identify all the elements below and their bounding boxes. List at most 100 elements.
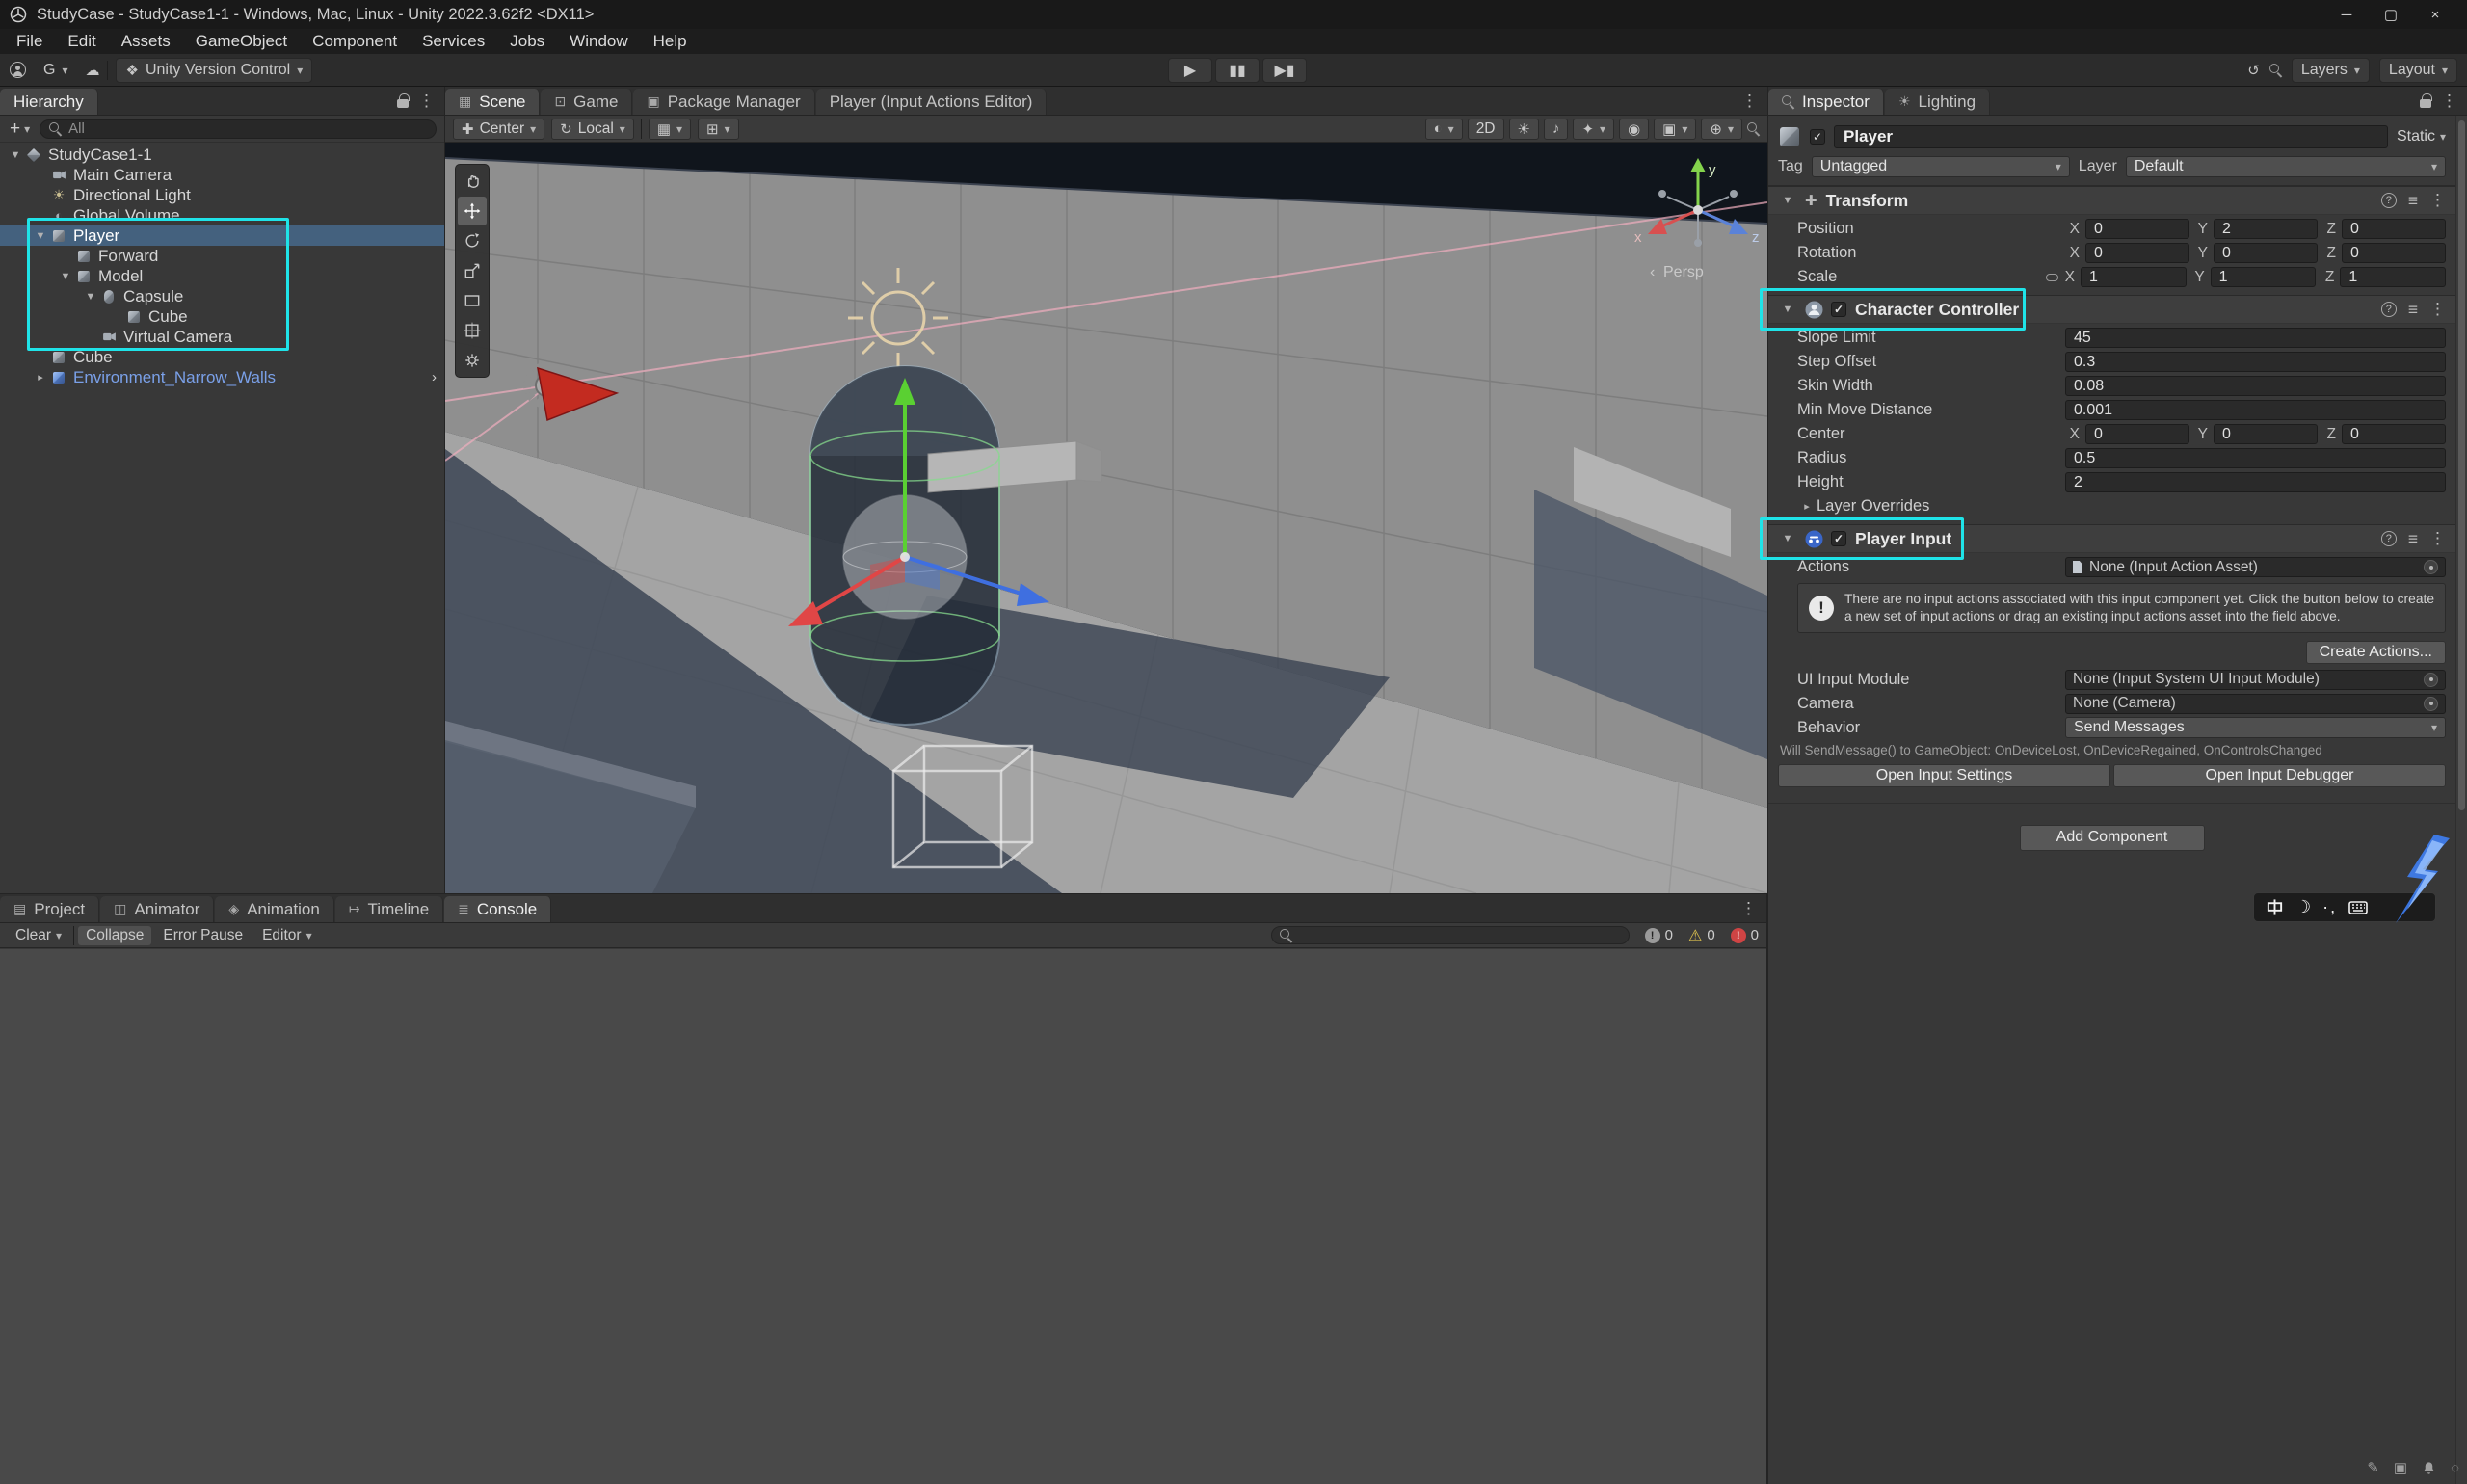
min-move-distance-field[interactable]: 0.001 — [2065, 400, 2446, 420]
ui-input-module-field[interactable]: None (Input System UI Input Module) — [2065, 670, 2446, 690]
kebab-icon[interactable]: ⋮ — [2429, 191, 2446, 210]
center-z-field[interactable]: 0 — [2342, 424, 2446, 444]
tab-animator[interactable]: ◫ Animator — [100, 896, 214, 922]
help-icon[interactable]: ? — [2381, 531, 2397, 546]
height-field[interactable]: 2 — [2065, 472, 2446, 492]
radius-field[interactable]: 0.5 — [2065, 448, 2446, 468]
package-icon[interactable]: ▣ — [2394, 1459, 2407, 1476]
layers-dropdown[interactable]: Layers ▾ — [2292, 58, 2370, 83]
step-button[interactable]: ▶▮ — [1262, 58, 1307, 83]
scale-tool[interactable] — [458, 256, 487, 285]
hierarchy-item-directional-light[interactable]: ☀ Directional Light — [0, 185, 444, 205]
menu-gameobject[interactable]: GameObject — [183, 29, 300, 54]
foldout-icon[interactable]: ▸ — [31, 371, 50, 384]
slope-limit-field[interactable]: 45 — [2065, 328, 2446, 348]
undo-history-icon[interactable]: ↺ — [2247, 62, 2260, 79]
search-icon[interactable] — [2269, 64, 2282, 76]
rotation-y-field[interactable]: 0 — [2214, 243, 2318, 263]
step-offset-field[interactable]: 0.3 — [2065, 352, 2446, 372]
open-input-settings-button[interactable]: Open Input Settings — [1778, 764, 2110, 787]
scale-x-field[interactable]: 1 — [2081, 267, 2187, 287]
center-x-field[interactable]: 0 — [2085, 424, 2189, 444]
behavior-dropdown[interactable]: Send Messages ▾ — [2065, 717, 2446, 738]
foldout-icon[interactable]: ▼ — [6, 149, 25, 161]
tab-project[interactable]: ▤ Project — [0, 896, 99, 922]
position-z-field[interactable]: 0 — [2342, 219, 2446, 239]
tab-timeline[interactable]: ↦ Timeline — [335, 896, 443, 922]
center-y-field[interactable]: 0 — [2214, 424, 2318, 444]
tab-inspector[interactable]: Inspector — [1768, 89, 1884, 115]
scale-y-field[interactable]: 1 — [2211, 267, 2317, 287]
presets-icon[interactable]: ≡ — [2408, 191, 2418, 211]
handle-orientation-dropdown[interactable]: ↻ Local ▾ — [551, 119, 634, 140]
menu-component[interactable]: Component — [300, 29, 410, 54]
object-picker-icon[interactable] — [2424, 560, 2438, 574]
actions-object-field[interactable]: None (Input Action Asset) — [2065, 557, 2446, 577]
pivot-mode-dropdown[interactable]: ✚ Center ▾ — [453, 119, 544, 140]
cloud-icon[interactable]: ☁ — [85, 62, 99, 79]
close-button[interactable]: × — [2413, 0, 2457, 29]
gizmos-dropdown[interactable]: ⊕▾ — [1701, 119, 1742, 140]
foldout-icon[interactable]: ▸ — [1797, 500, 1817, 513]
tab-animation[interactable]: ◈ Animation — [215, 896, 333, 922]
panel-menu-icon[interactable]: ⋮ — [418, 92, 435, 111]
warning-count[interactable]: ⚠ 0 — [1688, 926, 1715, 945]
hierarchy-item-environment[interactable]: ▸ Environment_Narrow_Walls › — [0, 367, 444, 387]
skin-width-field[interactable]: 0.08 — [2065, 376, 2446, 396]
position-x-field[interactable]: 0 — [2085, 219, 2189, 239]
collapse-toggle[interactable]: Collapse — [78, 926, 151, 945]
snap-increment-dropdown[interactable]: ⊞▾ — [698, 119, 739, 140]
2d-toggle[interactable]: 2D — [1468, 119, 1504, 140]
layer-overrides-row[interactable]: ▸ Layer Overrides — [1768, 494, 2455, 518]
constrain-proportions-icon[interactable] — [2046, 274, 2058, 281]
tab-package-manager[interactable]: ▣ Package Manager — [633, 89, 814, 115]
tab-console[interactable]: ≣ Console — [444, 896, 551, 922]
minimize-button[interactable]: ─ — [2324, 0, 2369, 29]
paint-icon[interactable]: ✎ — [2367, 1459, 2379, 1476]
draw-mode-dropdown[interactable]: ◐▾ — [1425, 119, 1463, 140]
menu-edit[interactable]: Edit — [55, 29, 108, 54]
panel-menu-icon[interactable]: ⋮ — [2441, 92, 2457, 111]
transform-tool[interactable] — [458, 316, 487, 345]
foldout-icon[interactable]: ▼ — [1778, 195, 1797, 206]
grid-snap-dropdown[interactable]: ▦▾ — [649, 119, 691, 140]
effects-dropdown[interactable]: ✦▾ — [1573, 119, 1614, 140]
menu-services[interactable]: Services — [410, 29, 497, 54]
error-count[interactable]: ! 0 — [1731, 927, 1759, 943]
help-icon[interactable]: ? — [2381, 302, 2397, 317]
console-log-area[interactable] — [0, 949, 1766, 1484]
presets-icon[interactable]: ≡ — [2408, 529, 2418, 549]
panel-menu-icon[interactable]: ⋮ — [1740, 899, 1757, 918]
projection-label[interactable]: Persp — [1663, 264, 1704, 280]
camera-settings-dropdown[interactable]: ▣▾ — [1654, 119, 1696, 140]
hierarchy-search-input[interactable]: All — [40, 119, 437, 139]
tab-scene[interactable]: ▦ Scene — [445, 89, 540, 115]
scale-z-field[interactable]: 1 — [2340, 267, 2446, 287]
prefab-open-arrow[interactable]: › — [432, 369, 437, 385]
menu-file[interactable]: File — [4, 29, 55, 54]
inspector-scrollbar[interactable] — [2455, 116, 2467, 1484]
persp-toggle-icon[interactable]: ‹ — [1650, 264, 1655, 280]
rotation-x-field[interactable]: 0 — [2085, 243, 2189, 263]
custom-tool[interactable] — [458, 346, 487, 375]
tab-game[interactable]: ⊡ Game — [541, 89, 632, 115]
maximize-button[interactable]: ▢ — [2369, 0, 2413, 29]
add-component-button[interactable]: Add Component — [2020, 825, 2205, 851]
progress-icon[interactable]: ◌ — [2451, 1460, 2459, 1476]
notification-bell-icon[interactable] — [2422, 1461, 2436, 1475]
hierarchy-item-main-camera[interactable]: Main Camera — [0, 165, 444, 185]
error-pause-toggle[interactable]: Error Pause — [155, 926, 251, 945]
menu-help[interactable]: Help — [641, 29, 700, 54]
search-icon[interactable] — [1747, 122, 1760, 135]
account-dropdown[interactable]: G ▾ — [34, 58, 77, 83]
console-search-input[interactable] — [1271, 926, 1630, 944]
ime-punctuation-icon[interactable]: ·, — [2322, 897, 2337, 917]
menu-jobs[interactable]: Jobs — [497, 29, 557, 54]
editor-dropdown[interactable]: Editor ▾ — [254, 926, 320, 945]
layer-dropdown[interactable]: Default ▾ — [2126, 156, 2446, 177]
position-y-field[interactable]: 2 — [2214, 219, 2318, 239]
active-checkbox[interactable]: ✓ — [1810, 129, 1825, 145]
rect-tool[interactable] — [458, 286, 487, 315]
menu-window[interactable]: Window — [557, 29, 640, 54]
static-toggle[interactable]: Static ▾ — [2397, 128, 2446, 146]
